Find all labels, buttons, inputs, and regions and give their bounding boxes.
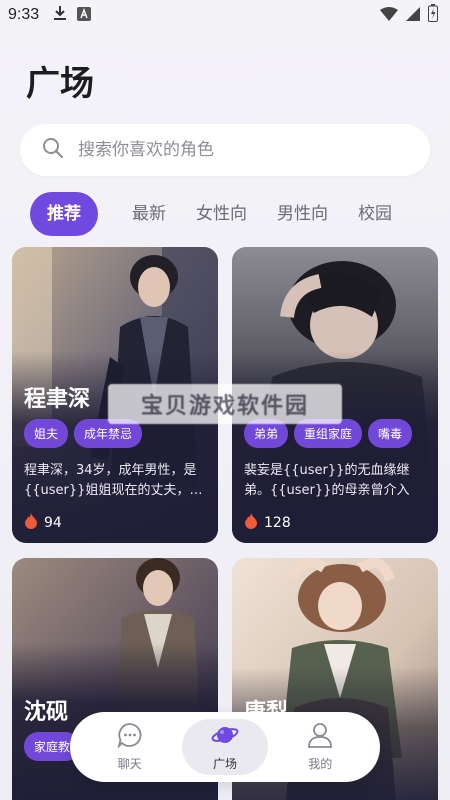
character-description: 程聿深，34岁，成年男性，是{{user}}姐姐现在的丈夫，… (24, 463, 203, 498)
tab-female-oriented[interactable]: 女性向 (196, 192, 247, 236)
profile-icon (307, 722, 333, 755)
popularity: 94 (24, 513, 62, 533)
fire-icon (24, 513, 38, 533)
nav-profile[interactable]: 我的 (277, 719, 363, 775)
fire-icon (244, 513, 258, 533)
status-time: 9:33 (8, 6, 40, 23)
character-name: 程聿深 (24, 387, 91, 412)
popularity-count: 94 (44, 515, 62, 531)
battery-icon (428, 4, 438, 26)
tab-latest[interactable]: 最新 (132, 192, 166, 236)
signal-icon (406, 6, 420, 25)
search-bar[interactable] (20, 124, 430, 176)
character-description: 裴妄是{{user}}的无血缘继弟。{{user}}的母亲曾介入他… (244, 463, 410, 498)
character-tag[interactable]: 姐夫 (24, 419, 69, 448)
search-input[interactable] (78, 140, 398, 160)
watermark: 宝贝游戏软件园 (108, 384, 342, 424)
nav-label: 聊天 (117, 757, 142, 771)
wifi-icon (380, 6, 398, 25)
nav-plaza[interactable]: 广场 (181, 719, 268, 775)
status-bar: 9:33 (0, 0, 450, 30)
popularity-count: 128 (264, 515, 291, 531)
character-name: 沈砚 (24, 700, 69, 725)
page-title: 广场 (26, 64, 94, 104)
nav-label: 我的 (308, 757, 333, 771)
popularity: 128 (244, 513, 291, 533)
tab-campus[interactable]: 校园 (358, 192, 392, 236)
tab-recommended[interactable]: 推荐 (30, 192, 98, 236)
download-icon (53, 5, 67, 25)
chat-icon (116, 722, 143, 755)
nav-label: 广场 (212, 757, 237, 771)
nav-chat[interactable]: 聊天 (87, 719, 173, 775)
search-icon (42, 137, 64, 163)
category-tabs: 推荐 最新 女性向 男性向 校园 (30, 192, 450, 236)
tab-male-oriented[interactable]: 男性向 (277, 192, 328, 236)
character-tag[interactable]: 嘴毒 (368, 419, 413, 448)
app-notification-icon (77, 6, 92, 25)
bottom-navigation: 聊天 广场 我的 (70, 712, 380, 782)
planet-icon (211, 722, 239, 755)
